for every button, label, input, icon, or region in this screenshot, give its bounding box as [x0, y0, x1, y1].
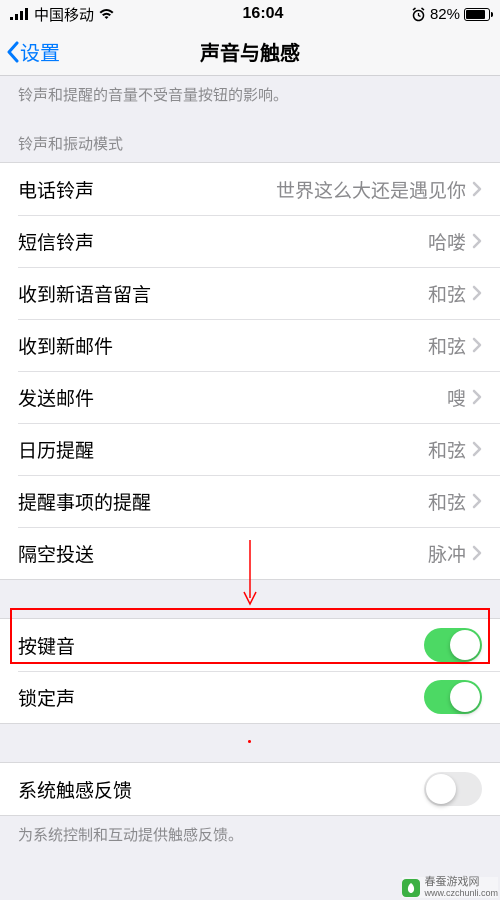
- row-voicemail[interactable]: 收到新语音留言 和弦: [0, 267, 500, 319]
- chevron-right-icon: [472, 493, 482, 509]
- chevron-right-icon: [472, 233, 482, 249]
- row-reminder-alert[interactable]: 提醒事项的提醒 和弦: [0, 475, 500, 527]
- row-value: 嗖: [94, 384, 466, 411]
- row-value: 哈喽: [94, 228, 466, 255]
- row-system-haptics: 系统触感反馈: [0, 763, 500, 815]
- signal-icon: [10, 8, 30, 21]
- keyboard-click-toggle[interactable]: [424, 628, 482, 662]
- row-label: 收到新邮件: [18, 332, 113, 359]
- row-label: 系统触感反馈: [18, 776, 132, 803]
- dot-annotation: [248, 740, 251, 743]
- row-phone-ringtone[interactable]: 电话铃声 世界这么大还是遇见你: [0, 163, 500, 215]
- row-airdrop[interactable]: 隔空投送 脉冲: [0, 527, 500, 579]
- back-button[interactable]: 设置: [6, 37, 60, 66]
- watermark-logo-icon: [402, 879, 420, 897]
- battery-icon: [464, 8, 490, 21]
- row-value: 和弦: [151, 488, 466, 515]
- chevron-right-icon: [472, 441, 482, 457]
- battery-percent: 82%: [430, 6, 460, 23]
- back-label: 设置: [20, 37, 60, 66]
- haptic-list: 系统触感反馈: [0, 762, 500, 816]
- row-label: 收到新语音留言: [18, 280, 151, 307]
- nav-bar: 设置 声音与触感: [0, 28, 500, 76]
- clock: 16:04: [115, 5, 411, 23]
- wifi-icon: [98, 8, 115, 21]
- row-label: 发送邮件: [18, 384, 94, 411]
- lock-sound-toggle[interactable]: [424, 680, 482, 714]
- row-label: 日历提醒: [18, 436, 94, 463]
- status-bar: 中国移动 16:04 82%: [0, 0, 500, 28]
- row-label: 隔空投送: [18, 540, 94, 567]
- row-new-mail[interactable]: 收到新邮件 和弦: [0, 319, 500, 371]
- row-label: 短信铃声: [18, 228, 94, 255]
- chevron-right-icon: [472, 337, 482, 353]
- row-label: 锁定声: [18, 684, 75, 711]
- row-lock-sound: 锁定声: [0, 671, 500, 723]
- row-value: 和弦: [94, 436, 466, 463]
- chevron-right-icon: [472, 545, 482, 561]
- row-value: 脉冲: [94, 540, 466, 567]
- chevron-right-icon: [472, 181, 482, 197]
- alarm-icon: [411, 7, 426, 22]
- watermark: 春蚕游戏网 www.czchunli.com: [402, 877, 498, 898]
- chevron-left-icon: [6, 41, 20, 63]
- sound-list: 电话铃声 世界这么大还是遇见你 短信铃声 哈喽 收到新语音留言 和弦 收到新邮件…: [0, 162, 500, 580]
- row-label: 按键音: [18, 632, 75, 659]
- chevron-right-icon: [472, 389, 482, 405]
- section-header-ringtone: 铃声和振动模式: [0, 119, 500, 162]
- row-label: 提醒事项的提醒: [18, 488, 151, 515]
- row-sent-mail[interactable]: 发送邮件 嗖: [0, 371, 500, 423]
- chevron-right-icon: [472, 285, 482, 301]
- footer-note-haptic: 为系统控制和互动提供触感反馈。: [0, 816, 500, 859]
- row-value: 和弦: [113, 332, 466, 359]
- row-text-tone[interactable]: 短信铃声 哈喽: [0, 215, 500, 267]
- system-haptics-toggle[interactable]: [424, 772, 482, 806]
- row-value: 和弦: [151, 280, 466, 307]
- watermark-url: www.czchunli.com: [424, 889, 498, 898]
- watermark-title: 春蚕游戏网: [424, 877, 498, 889]
- row-calendar-alert[interactable]: 日历提醒 和弦: [0, 423, 500, 475]
- page-title: 声音与触感: [0, 37, 500, 66]
- row-keyboard-click: 按键音: [0, 619, 500, 671]
- toggle-list: 按键音 锁定声: [0, 618, 500, 724]
- footer-note-volume: 铃声和提醒的音量不受音量按钮的影响。: [0, 76, 500, 119]
- carrier-label: 中国移动: [34, 4, 94, 25]
- row-label: 电话铃声: [18, 176, 94, 203]
- row-value: 世界这么大还是遇见你: [94, 176, 466, 203]
